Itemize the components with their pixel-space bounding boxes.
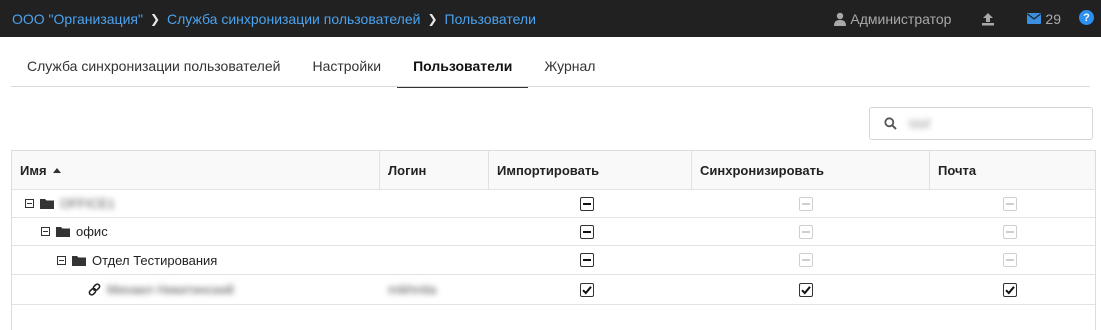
column-header-mail[interactable]: Почта bbox=[930, 151, 1095, 189]
tab-journal[interactable]: Журнал bbox=[528, 52, 611, 87]
collapse-toggle[interactable] bbox=[57, 255, 66, 265]
folder-icon bbox=[56, 227, 70, 237]
user-name: Администратор bbox=[850, 10, 952, 27]
sync-checkbox[interactable] bbox=[799, 253, 813, 267]
link-icon bbox=[88, 283, 101, 296]
tab-sync-service[interactable]: Служба синхронизации пользователей bbox=[11, 52, 296, 87]
row-name: Отдел Тестирования bbox=[92, 252, 218, 268]
table-row: OFFICE1 bbox=[12, 190, 1095, 218]
table-header: Имя Логин Импортировать Синхронизировать… bbox=[12, 151, 1095, 190]
table-row: офис bbox=[12, 218, 1095, 246]
chevron-right-icon: ❯ bbox=[149, 11, 160, 26]
tabs-divider bbox=[11, 86, 1090, 87]
user-menu[interactable]: Администратор bbox=[833, 11, 951, 27]
upload-icon bbox=[982, 12, 995, 25]
import-checkbox[interactable] bbox=[580, 253, 594, 267]
mail-button[interactable]: 29 bbox=[1027, 11, 1061, 27]
sync-checkbox[interactable] bbox=[799, 283, 813, 297]
tab-bar: Служба синхронизации пользователей Настр… bbox=[11, 52, 611, 88]
checkmark-icon bbox=[582, 286, 592, 295]
row-name: офис bbox=[76, 224, 108, 239]
users-table: Имя Логин Импортировать Синхронизировать… bbox=[11, 150, 1096, 330]
breadcrumb-sync-service[interactable]: Служба синхронизации пользователей bbox=[167, 11, 420, 27]
collapse-toggle[interactable] bbox=[41, 227, 50, 236]
chevron-right-icon: ❯ bbox=[427, 11, 438, 26]
row-name: Михаил Никитинский bbox=[107, 282, 234, 297]
collapse-toggle[interactable] bbox=[25, 199, 34, 208]
breadcrumb-users[interactable]: Пользователи bbox=[445, 11, 536, 27]
import-checkbox[interactable] bbox=[580, 197, 594, 211]
table-row: Отдел Тестирования bbox=[12, 246, 1095, 275]
row-name: OFFICE1 bbox=[60, 196, 115, 211]
column-header-name[interactable]: Имя bbox=[12, 151, 380, 189]
mail-checkbox[interactable] bbox=[1003, 197, 1017, 211]
mail-checkbox[interactable] bbox=[1003, 253, 1017, 267]
breadcrumb: ООО "Организация" ❯ Служба синхронизации… bbox=[0, 11, 536, 27]
help-icon[interactable]: ? bbox=[1079, 10, 1094, 25]
mail-checkbox[interactable] bbox=[1003, 225, 1017, 239]
user-icon bbox=[834, 12, 847, 26]
import-checkbox[interactable] bbox=[580, 283, 594, 297]
search-box[interactable] bbox=[869, 107, 1093, 140]
mail-checkbox[interactable] bbox=[1003, 283, 1017, 297]
sort-asc-icon bbox=[52, 167, 61, 173]
column-header-login[interactable]: Логин bbox=[380, 151, 489, 189]
checkmark-icon bbox=[1005, 286, 1015, 295]
folder-icon bbox=[72, 255, 86, 266]
import-checkbox[interactable] bbox=[580, 225, 594, 239]
sync-checkbox[interactable] bbox=[799, 225, 813, 239]
tab-settings[interactable]: Настройки bbox=[296, 52, 397, 87]
checkmark-icon bbox=[801, 286, 811, 295]
column-header-sync[interactable]: Синхронизировать bbox=[692, 151, 930, 189]
folder-icon bbox=[40, 199, 54, 209]
mail-count: 29 bbox=[1045, 10, 1061, 27]
search-icon bbox=[884, 117, 897, 130]
table-row: Михаил Никитинский mikhnita bbox=[12, 275, 1095, 305]
upload-button[interactable] bbox=[981, 12, 995, 26]
breadcrumb-organization[interactable]: ООО "Организация" bbox=[12, 11, 143, 27]
tab-users[interactable]: Пользователи bbox=[397, 52, 529, 88]
sync-checkbox[interactable] bbox=[799, 197, 813, 211]
row-login: mikhnita bbox=[388, 282, 437, 297]
envelope-icon bbox=[1027, 13, 1042, 24]
top-bar: ООО "Организация" ❯ Служба синхронизации… bbox=[0, 0, 1101, 37]
search-input[interactable] bbox=[909, 116, 1069, 131]
column-header-import[interactable]: Импортировать bbox=[489, 151, 692, 189]
